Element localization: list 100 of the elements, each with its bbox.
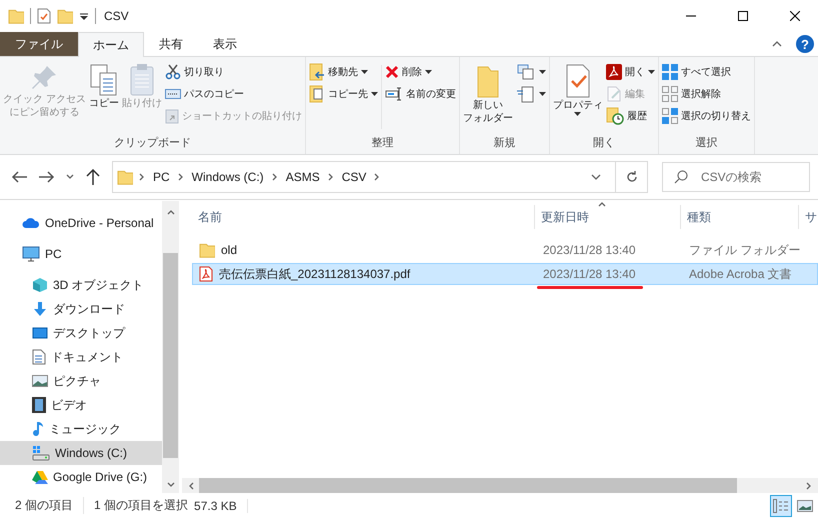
folder-icon (8, 8, 24, 24)
document-icon (32, 349, 46, 365)
ribbon-tab[interactable]: ホーム (78, 32, 144, 57)
ribbon-button[interactable]: 削除 (384, 61, 457, 83)
large-icons-view-icon (797, 500, 813, 512)
refresh-icon (626, 171, 638, 183)
ribbon-button[interactable]: 選択の切り替え (660, 105, 752, 127)
ribbon-tab[interactable]: 表示 (198, 32, 252, 56)
file-name: old (193, 242, 535, 258)
breadcrumb[interactable]: CSV (340, 170, 368, 184)
shortcut-icon (164, 108, 179, 124)
ribbon-button[interactable]: コピー先 (308, 83, 379, 105)
select-none-icon (662, 86, 678, 102)
ribbon-button[interactable]: 開く (604, 61, 656, 83)
back-arrow-icon (11, 170, 27, 184)
nav-item[interactable]: Windows (C:) (0, 441, 162, 465)
picture-icon (32, 374, 48, 388)
nav-item[interactable]: 3D オブジェクト (0, 273, 162, 297)
ribbon-tab[interactable]: 共有 (144, 32, 198, 56)
window-title: CSV (104, 9, 129, 23)
scrollbar[interactable] (182, 478, 818, 493)
caret-icon (538, 92, 546, 96)
nav-item[interactable]: ミュージック (0, 417, 162, 441)
search-field[interactable]: CSVの検索 (662, 162, 810, 192)
help-button[interactable]: ? (796, 35, 814, 53)
path-copy-icon (164, 88, 181, 100)
ribbon-button[interactable]: 名前の変更 (384, 83, 457, 105)
file-name: 売伝伝票白紙_20231128134037.pdf (193, 266, 535, 282)
ribbon-button[interactable]: コピー (88, 61, 120, 112)
address-bar[interactable]: PC Windows (C:) ASMS CSV (112, 161, 616, 193)
nav-item[interactable]: ピクチャ (0, 369, 162, 393)
folder-icon (117, 169, 133, 185)
ribbon-button[interactable]: パスのコピー (164, 83, 303, 105)
details-view-icon (773, 498, 789, 512)
close-icon (790, 11, 800, 21)
ribbon-button[interactable]: 移動先 (308, 61, 379, 83)
cloud-icon (22, 217, 40, 229)
nav-item[interactable]: ダウンロード (0, 297, 162, 321)
ribbon-button[interactable]: 新しい フォルダー (462, 61, 514, 127)
selection-size: 57.3 KB (194, 498, 248, 512)
caret-icon (360, 70, 368, 74)
caret-icon (424, 70, 432, 74)
select-all-icon (662, 64, 678, 80)
scrollbar[interactable] (162, 201, 179, 493)
nav-item[interactable]: PC (0, 242, 162, 266)
chevron-down-icon (591, 172, 601, 182)
pdf-open-icon (606, 64, 622, 80)
nav-item[interactable]: デスクトップ (0, 321, 162, 345)
group-label: 開く (592, 136, 616, 151)
column-header[interactable]: 種類 (681, 205, 799, 229)
caret-icon (648, 70, 655, 74)
column-header[interactable]: 名前 (192, 205, 535, 229)
ribbon-button[interactable]: 切り取り (164, 61, 303, 83)
breadcrumb[interactable]: ASMS (284, 170, 322, 184)
clipboard-icon (128, 63, 156, 97)
music-note-icon (32, 421, 44, 437)
folder-icon (199, 242, 215, 258)
column-header[interactable]: 更新日時 (535, 205, 681, 229)
scissors-icon (164, 64, 181, 80)
easy-access-icon (516, 85, 536, 103)
ribbon-button[interactable]: プロパティ (552, 61, 604, 118)
type-cell-text: ファイル フォルダー (688, 242, 799, 258)
up-arrow-icon (86, 169, 100, 185)
drive-icon (32, 445, 50, 461)
folder-icon (57, 8, 73, 24)
customize-icon (79, 11, 89, 21)
caret-icon (370, 92, 378, 96)
move-to-icon (308, 63, 325, 81)
history-icon (606, 107, 624, 125)
rename-icon (384, 87, 403, 101)
nav-item[interactable]: ビデオ (0, 393, 162, 417)
column-header[interactable]: サ (799, 205, 818, 229)
copy-to-icon (308, 85, 325, 103)
file-row[interactable]: old 2023/11/28 13:40 ファイル フォルダー (192, 239, 818, 261)
monitor-icon (22, 246, 40, 262)
ribbon-button[interactable]: 選択解除 (660, 83, 752, 105)
edit-icon (606, 86, 622, 102)
search-icon (674, 170, 688, 184)
group-label: 整理 (370, 136, 394, 151)
breadcrumb[interactable]: Windows (C:) (190, 170, 266, 184)
group-label: クリップボード (112, 136, 192, 151)
maximize-icon (738, 11, 748, 21)
delete-icon (384, 65, 399, 79)
selection-count: 1 個の項目を選択 (94, 497, 188, 514)
ribbon-button[interactable]: 履歴 (604, 105, 656, 127)
breadcrumb[interactable]: PC (151, 170, 172, 184)
invert-selection-icon (662, 108, 678, 124)
copy-icon (88, 63, 119, 97)
type-cell-text: Adobe Acroba 文書 (688, 266, 793, 282)
nav-item[interactable]: Google Drive (G:) (0, 465, 162, 489)
file-tab[interactable]: ファイル (0, 32, 78, 56)
forward-arrow-icon (39, 170, 55, 184)
properties-icon (37, 8, 51, 24)
ribbon-button[interactable]: すべて選択 (660, 61, 752, 83)
nav-item[interactable]: ドキュメント (0, 345, 162, 369)
view-button[interactable] (770, 494, 792, 516)
nav-item[interactable]: OneDrive - Personal (0, 211, 162, 235)
refresh-button[interactable] (616, 161, 648, 193)
pdf-icon (199, 266, 213, 282)
item-count: 2 個の項目 (15, 497, 84, 514)
